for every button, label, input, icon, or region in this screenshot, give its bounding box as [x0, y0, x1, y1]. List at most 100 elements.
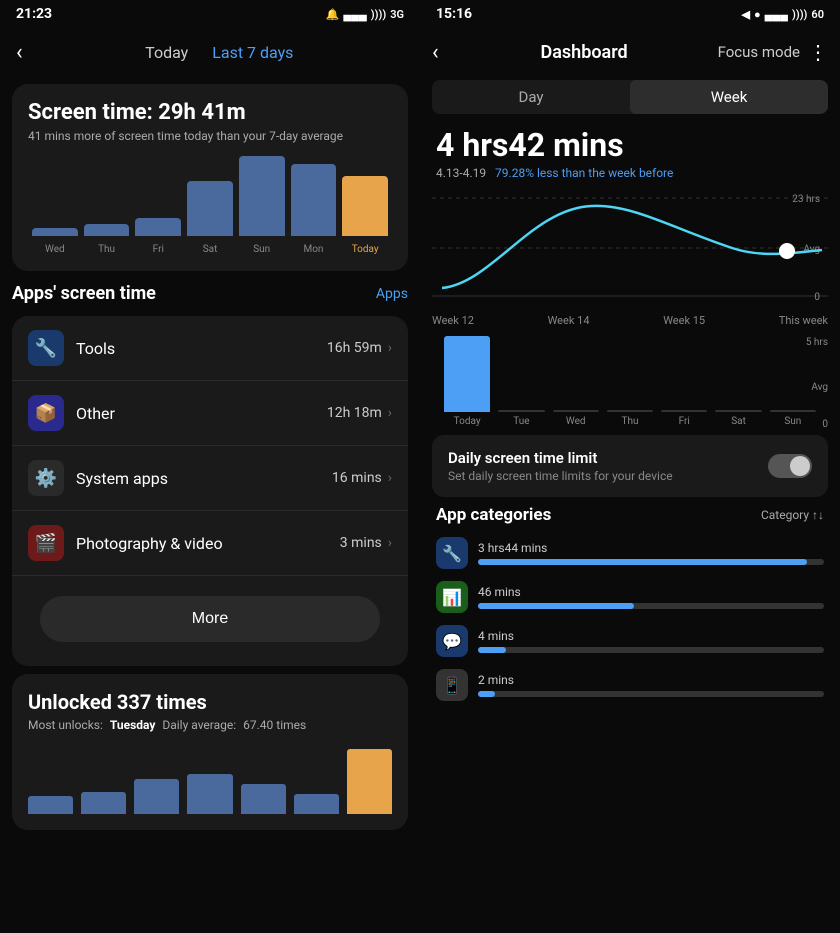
bar-right-label-tue: Tue — [513, 416, 529, 427]
bar-col-fri: Fri — [135, 218, 181, 255]
more-button[interactable]: More — [40, 596, 380, 642]
bar-label-sun: Sun — [253, 244, 270, 255]
bar-col-today: Today — [342, 176, 388, 255]
app-row-other[interactable]: 📦 Other 12h 18m › — [12, 381, 408, 446]
menu-icon[interactable]: ⋮ — [808, 40, 828, 64]
app-row-system[interactable]: ⚙️ System apps 16 mins › — [12, 446, 408, 511]
tab-today[interactable]: Today — [145, 39, 188, 66]
left-panel: 21:23 🔔 ▄▄▄ )))) 3G ‹ Today Last 7 days … — [0, 0, 420, 933]
bar-sat — [187, 181, 233, 236]
cat-row-2[interactable]: 📊 46 mins — [420, 575, 840, 619]
cat-icon-4: 📱 — [436, 669, 468, 701]
bar-right-sun — [770, 410, 816, 412]
left-time: 21:23 — [16, 6, 52, 22]
bar-right-zero-label: 0 — [822, 419, 828, 430]
apps-section-title: Apps' screen time — [12, 283, 156, 304]
bar-right-col-sat: Sat — [715, 410, 761, 427]
right-panel: 15:16 ◀ ● ▄▄▄ )))) 60 ‹ Dashboard Focus … — [420, 0, 840, 933]
alarm-icon: 🔔 — [326, 8, 340, 21]
big-time-subtitle: 4.13-4.19 79.28% less than the week befo… — [436, 166, 824, 180]
bar-right-label-today: Today — [454, 416, 481, 427]
bar-label-sat: Sat — [203, 244, 218, 255]
cat-row-3[interactable]: 💬 4 mins — [420, 619, 840, 663]
bar-right-label-wed: Wed — [566, 416, 586, 427]
right-signal-icon: ▄▄▄ — [765, 8, 788, 21]
bar-col-sat: Sat — [187, 181, 233, 255]
bar-right-label-sat: Sat — [731, 416, 746, 427]
mini-bar-1 — [28, 796, 73, 814]
app-categories-title: App categories — [436, 505, 551, 525]
bar-right-col-tue: Tue — [498, 410, 544, 427]
cat-bar-fill-2 — [478, 603, 634, 609]
focus-mode-label[interactable]: Focus mode — [718, 43, 800, 61]
bar-right-label-fri: Fri — [679, 416, 690, 427]
system-chevron-icon: › — [388, 470, 392, 486]
unlocked-card: Unlocked 337 times Most unlocks: Tuesday… — [12, 674, 408, 830]
bar-right-today — [444, 336, 490, 412]
daily-limit-toggle[interactable] — [768, 454, 812, 478]
cat-info-3: 4 mins — [478, 629, 824, 653]
photo-icon: 🎬 — [28, 525, 64, 561]
apps-list-card: 🔧 Tools 16h 59m › 📦 Other 12h 18m › ⚙️ S… — [12, 316, 408, 666]
bar-today — [342, 176, 388, 236]
most-unlocks-label: Most unlocks: — [28, 718, 103, 732]
bar-col-wed: Wed — [32, 228, 78, 255]
bar-right-wed — [553, 410, 599, 412]
bar-right-col-thu: Thu — [607, 410, 653, 427]
category-sort-button[interactable]: Category ↑↓ — [761, 508, 824, 522]
cat-time-1: 3 hrs44 mins — [478, 541, 824, 555]
bar-label-today: Today — [352, 244, 379, 255]
left-scroll-area: Screen time: 29h 41m 41 mins more of scr… — [0, 76, 420, 933]
right-scroll-area: Day Week 4 hrs42 mins 4.13-4.19 79.28% l… — [420, 76, 840, 933]
bar-right-label-thu: Thu — [621, 416, 638, 427]
cat-row-4[interactable]: 📱 2 mins — [420, 663, 840, 707]
photo-chevron-icon: › — [388, 535, 392, 551]
left-nav-bar: ‹ Today Last 7 days — [0, 28, 420, 76]
line-chart-x-labels: Week 12 Week 14 Week 15 This week — [420, 312, 840, 329]
tools-name: Tools — [76, 339, 327, 358]
app-row-photo[interactable]: 🎬 Photography & video 3 mins › — [12, 511, 408, 576]
screen-time-subtitle: 41 mins more of screen time today than y… — [28, 129, 392, 143]
label-week14: Week 14 — [548, 314, 590, 327]
cat-time-4: 2 mins — [478, 673, 824, 687]
week-toggle-button[interactable]: Week — [630, 80, 828, 114]
mini-bar-today — [347, 749, 392, 814]
avg-value: 67.40 times — [243, 718, 306, 732]
tab-last7days[interactable]: Last 7 days — [212, 39, 293, 66]
bar-right-col-wed: Wed — [553, 410, 599, 427]
bar-right-label-sun: Sun — [784, 416, 801, 427]
right-back-button[interactable]: ‹ — [432, 40, 439, 65]
daily-limit-text: Daily screen time limit Set daily screen… — [448, 449, 673, 483]
bar-right-sat — [715, 410, 761, 412]
day-toggle-button[interactable]: Day — [432, 80, 630, 114]
cat-time-3: 4 mins — [478, 629, 824, 643]
cat-bar-bg-3 — [478, 647, 824, 653]
apps-link[interactable]: Apps — [376, 286, 408, 302]
daily-limit-title: Daily screen time limit — [448, 449, 673, 467]
right-nav-bar: ‹ Dashboard Focus mode ⋮ — [420, 28, 840, 76]
mini-bar-4 — [187, 774, 232, 814]
other-name: Other — [76, 404, 327, 423]
unlock-mini-chart — [28, 744, 392, 814]
line-chart-svg: 23 hrs Avg 0 — [432, 188, 828, 308]
day-week-toggle[interactable]: Day Week — [432, 80, 828, 114]
cat-bar-bg-4 — [478, 691, 824, 697]
other-time: 12h 18m — [327, 405, 382, 421]
label-week12: Week 12 — [432, 314, 474, 327]
system-icon: ⚙️ — [28, 460, 64, 496]
left-back-button[interactable]: ‹ — [16, 40, 23, 65]
bar-mon — [291, 164, 337, 236]
svg-text:23 hrs: 23 hrs — [792, 194, 820, 205]
right-nav-title: Dashboard — [451, 42, 718, 63]
bar-label-thu: Thu — [98, 244, 115, 255]
cat-icon-2: 📊 — [436, 581, 468, 613]
weekly-bar-chart-container: 5 hrs Avg 0 Today Tue Wed Thu — [432, 337, 828, 427]
unlocked-highlight: Tuesday — [110, 718, 156, 732]
cat-row-1[interactable]: 🔧 3 hrs44 mins — [420, 531, 840, 575]
app-row-tools[interactable]: 🔧 Tools 16h 59m › — [12, 316, 408, 381]
percentage-less: 79.28% less than the week before — [495, 166, 673, 180]
weekly-bar-chart: Today Tue Wed Thu Fri — [444, 337, 816, 427]
bar-right-col-sun: Sun — [770, 410, 816, 427]
bar-thu — [84, 224, 130, 236]
cat-bar-fill-4 — [478, 691, 495, 697]
